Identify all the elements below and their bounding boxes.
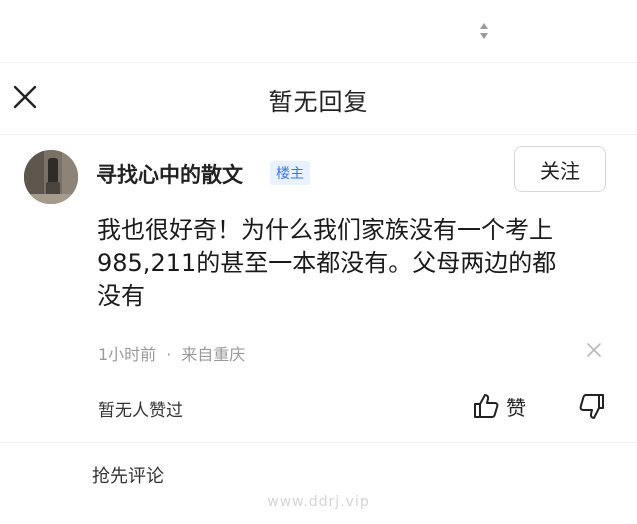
thumbs-down-icon[interactable] xyxy=(574,390,606,422)
like-button[interactable]: 赞 xyxy=(472,389,526,423)
username[interactable]: 寻找心中的散文 xyxy=(96,159,243,189)
reply-input[interactable]: 抢先评论 xyxy=(92,462,164,488)
comment-meta: 1小时前 · 来自重庆 xyxy=(98,341,245,365)
comment-location: 来自重庆 xyxy=(181,345,246,364)
dismiss-icon[interactable] xyxy=(584,340,604,360)
meta-separator: · xyxy=(166,345,172,364)
header: 暂无回复 xyxy=(0,62,637,135)
comment-time: 1小时前 xyxy=(98,345,157,364)
comment-body: 我也很好奇！为什么我们家族没有一个考上 985,211的甚至一本都没有。父母两边… xyxy=(97,216,557,310)
page-title: 暂无回复 xyxy=(268,88,369,116)
follow-button[interactable]: 关注 xyxy=(514,146,606,192)
thumbs-up-icon xyxy=(474,394,499,418)
reply-page: 暂无回复 寻找心中的散文 楼主 关注 我也很好奇！为什么我们家族没有一个考上 9… xyxy=(0,0,637,524)
like-label: 赞 xyxy=(506,395,526,420)
avatar[interactable] xyxy=(24,150,78,204)
op-badge: 楼主 xyxy=(270,161,310,185)
sort-arrows-icon[interactable] xyxy=(477,20,491,42)
watermark: www.ddrj.vip xyxy=(267,494,370,510)
divider xyxy=(0,442,637,443)
top-strip xyxy=(0,0,637,63)
likes-status: 暂无人赞过 xyxy=(98,401,183,421)
